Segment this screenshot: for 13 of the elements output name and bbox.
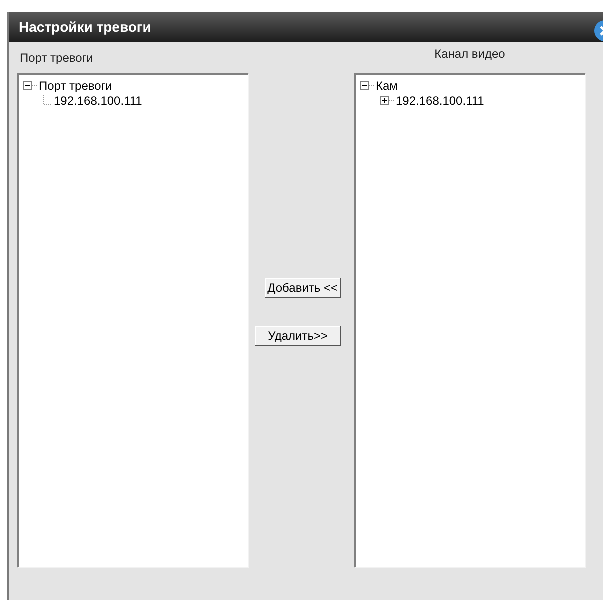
collapse-icon[interactable] bbox=[360, 81, 374, 90]
tree-item[interactable]: 192.168.100.111 bbox=[396, 94, 484, 108]
tree-line-icon bbox=[43, 94, 52, 106]
tree-item[interactable]: Порт тревоги bbox=[39, 78, 112, 92]
expand-icon[interactable] bbox=[380, 96, 394, 105]
tree-item[interactable]: Кам bbox=[376, 78, 398, 92]
remove-button[interactable]: Удалить>> bbox=[255, 326, 341, 346]
add-button[interactable]: Добавить << bbox=[264, 278, 341, 298]
window-title: Настройки тревоги bbox=[19, 19, 152, 35]
collapse-icon[interactable] bbox=[23, 81, 37, 90]
panel-label: Канал видео bbox=[434, 47, 506, 61]
panel-label: Порт тревоги bbox=[20, 50, 94, 64]
tree-item[interactable]: 192.168.100.111 bbox=[54, 94, 142, 108]
